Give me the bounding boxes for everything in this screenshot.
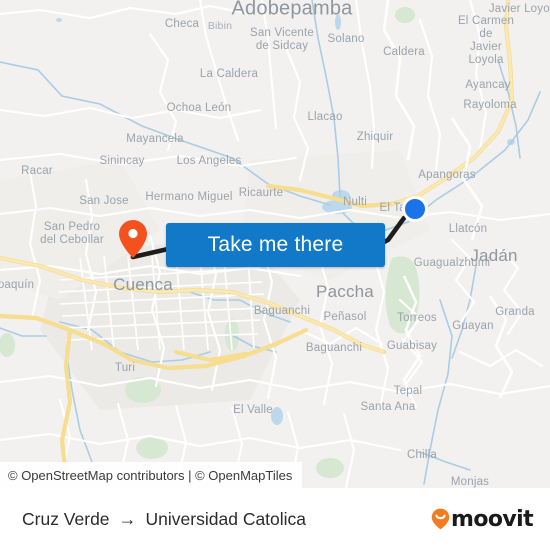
map-label: Llacao (307, 111, 343, 123)
map-label: Solano (327, 33, 365, 45)
map-label: Rayoloma (463, 99, 517, 111)
map-label: Jadán (470, 246, 518, 265)
map-label: Chilla (407, 449, 437, 461)
map-label: La Caldera (199, 68, 259, 80)
map-label: Sinincay (99, 155, 145, 167)
moovit-wordmark: moovit (451, 506, 534, 532)
map-label: Hermano Miguel (145, 191, 233, 203)
map-label: Zhiquir (356, 131, 394, 143)
origin-marker[interactable] (119, 220, 147, 258)
moovit-pin-icon (431, 508, 450, 530)
map-label: Paccha (316, 282, 374, 301)
map-label: Apangoras (418, 169, 476, 181)
moovit-logo[interactable]: moovit (431, 488, 534, 550)
map-label: Monjas (450, 476, 490, 488)
map-label: Baguanchi (253, 305, 311, 317)
map-label: Ochoa León (166, 102, 232, 114)
map-label: Cuenca (113, 275, 173, 294)
map-label: Granda (495, 306, 535, 318)
map-label: Peñasol (323, 311, 367, 323)
map-label: Ayancay (465, 79, 511, 91)
map-label: Bibin (207, 20, 233, 32)
map-label: Santa Ana (360, 401, 416, 413)
map-label: Guayan (452, 320, 494, 332)
map-label: San Vicente de Sidcay (249, 27, 315, 52)
attribution-text: © OpenStreetMap contributors | © OpenMap… (8, 467, 293, 483)
map-label: Tepal (393, 385, 423, 397)
map-label: Ricaurte (238, 187, 284, 199)
destination-label: Universidad Catolica (145, 508, 307, 529)
map-label: Javier Loyola (488, 3, 550, 15)
origin-label: Cruz Verde (22, 508, 110, 529)
moovit-route-card: Checa Bibin Adobepamba San Vicente de Sidca… (0, 0, 550, 550)
map-canvas[interactable]: Checa Bibin Adobepamba San Vicente de Sidca… (0, 0, 550, 488)
map-label: Llatcón (448, 223, 488, 235)
map-attribution[interactable]: © OpenStreetMap contributors | © OpenMap… (0, 462, 303, 488)
destination-marker[interactable] (402, 196, 428, 222)
map-label: Mayancela (126, 133, 184, 145)
footer-bar: Cruz Verde → Universidad Catolica moovit (0, 488, 550, 550)
map-label: Racar (21, 165, 53, 177)
map-label: Adobepamba (231, 0, 353, 20)
map-label: Checa (164, 18, 200, 30)
map-label: Turi (114, 362, 136, 374)
map-label: Nulti (342, 196, 368, 208)
route-summary: Cruz Verde → Universidad Catolica (22, 488, 306, 550)
take-me-there-button[interactable]: Take me there (166, 223, 385, 267)
arrow-right-icon: → (118, 508, 137, 529)
map-label: Caldera (383, 46, 425, 58)
map-label: Guabisay (386, 340, 438, 352)
map-label: Torreos (397, 312, 437, 324)
map-label: El Carmen de Javier Loyola (457, 15, 515, 66)
map-label: Baguanchi (305, 342, 363, 354)
map-label: San Pedro del Cebollar (40, 221, 104, 246)
map-label: Los Angeles (176, 155, 242, 167)
map-label: San Jose (79, 195, 129, 207)
map-label: El Valle (233, 404, 273, 416)
map-label: oaquín (0, 279, 35, 291)
